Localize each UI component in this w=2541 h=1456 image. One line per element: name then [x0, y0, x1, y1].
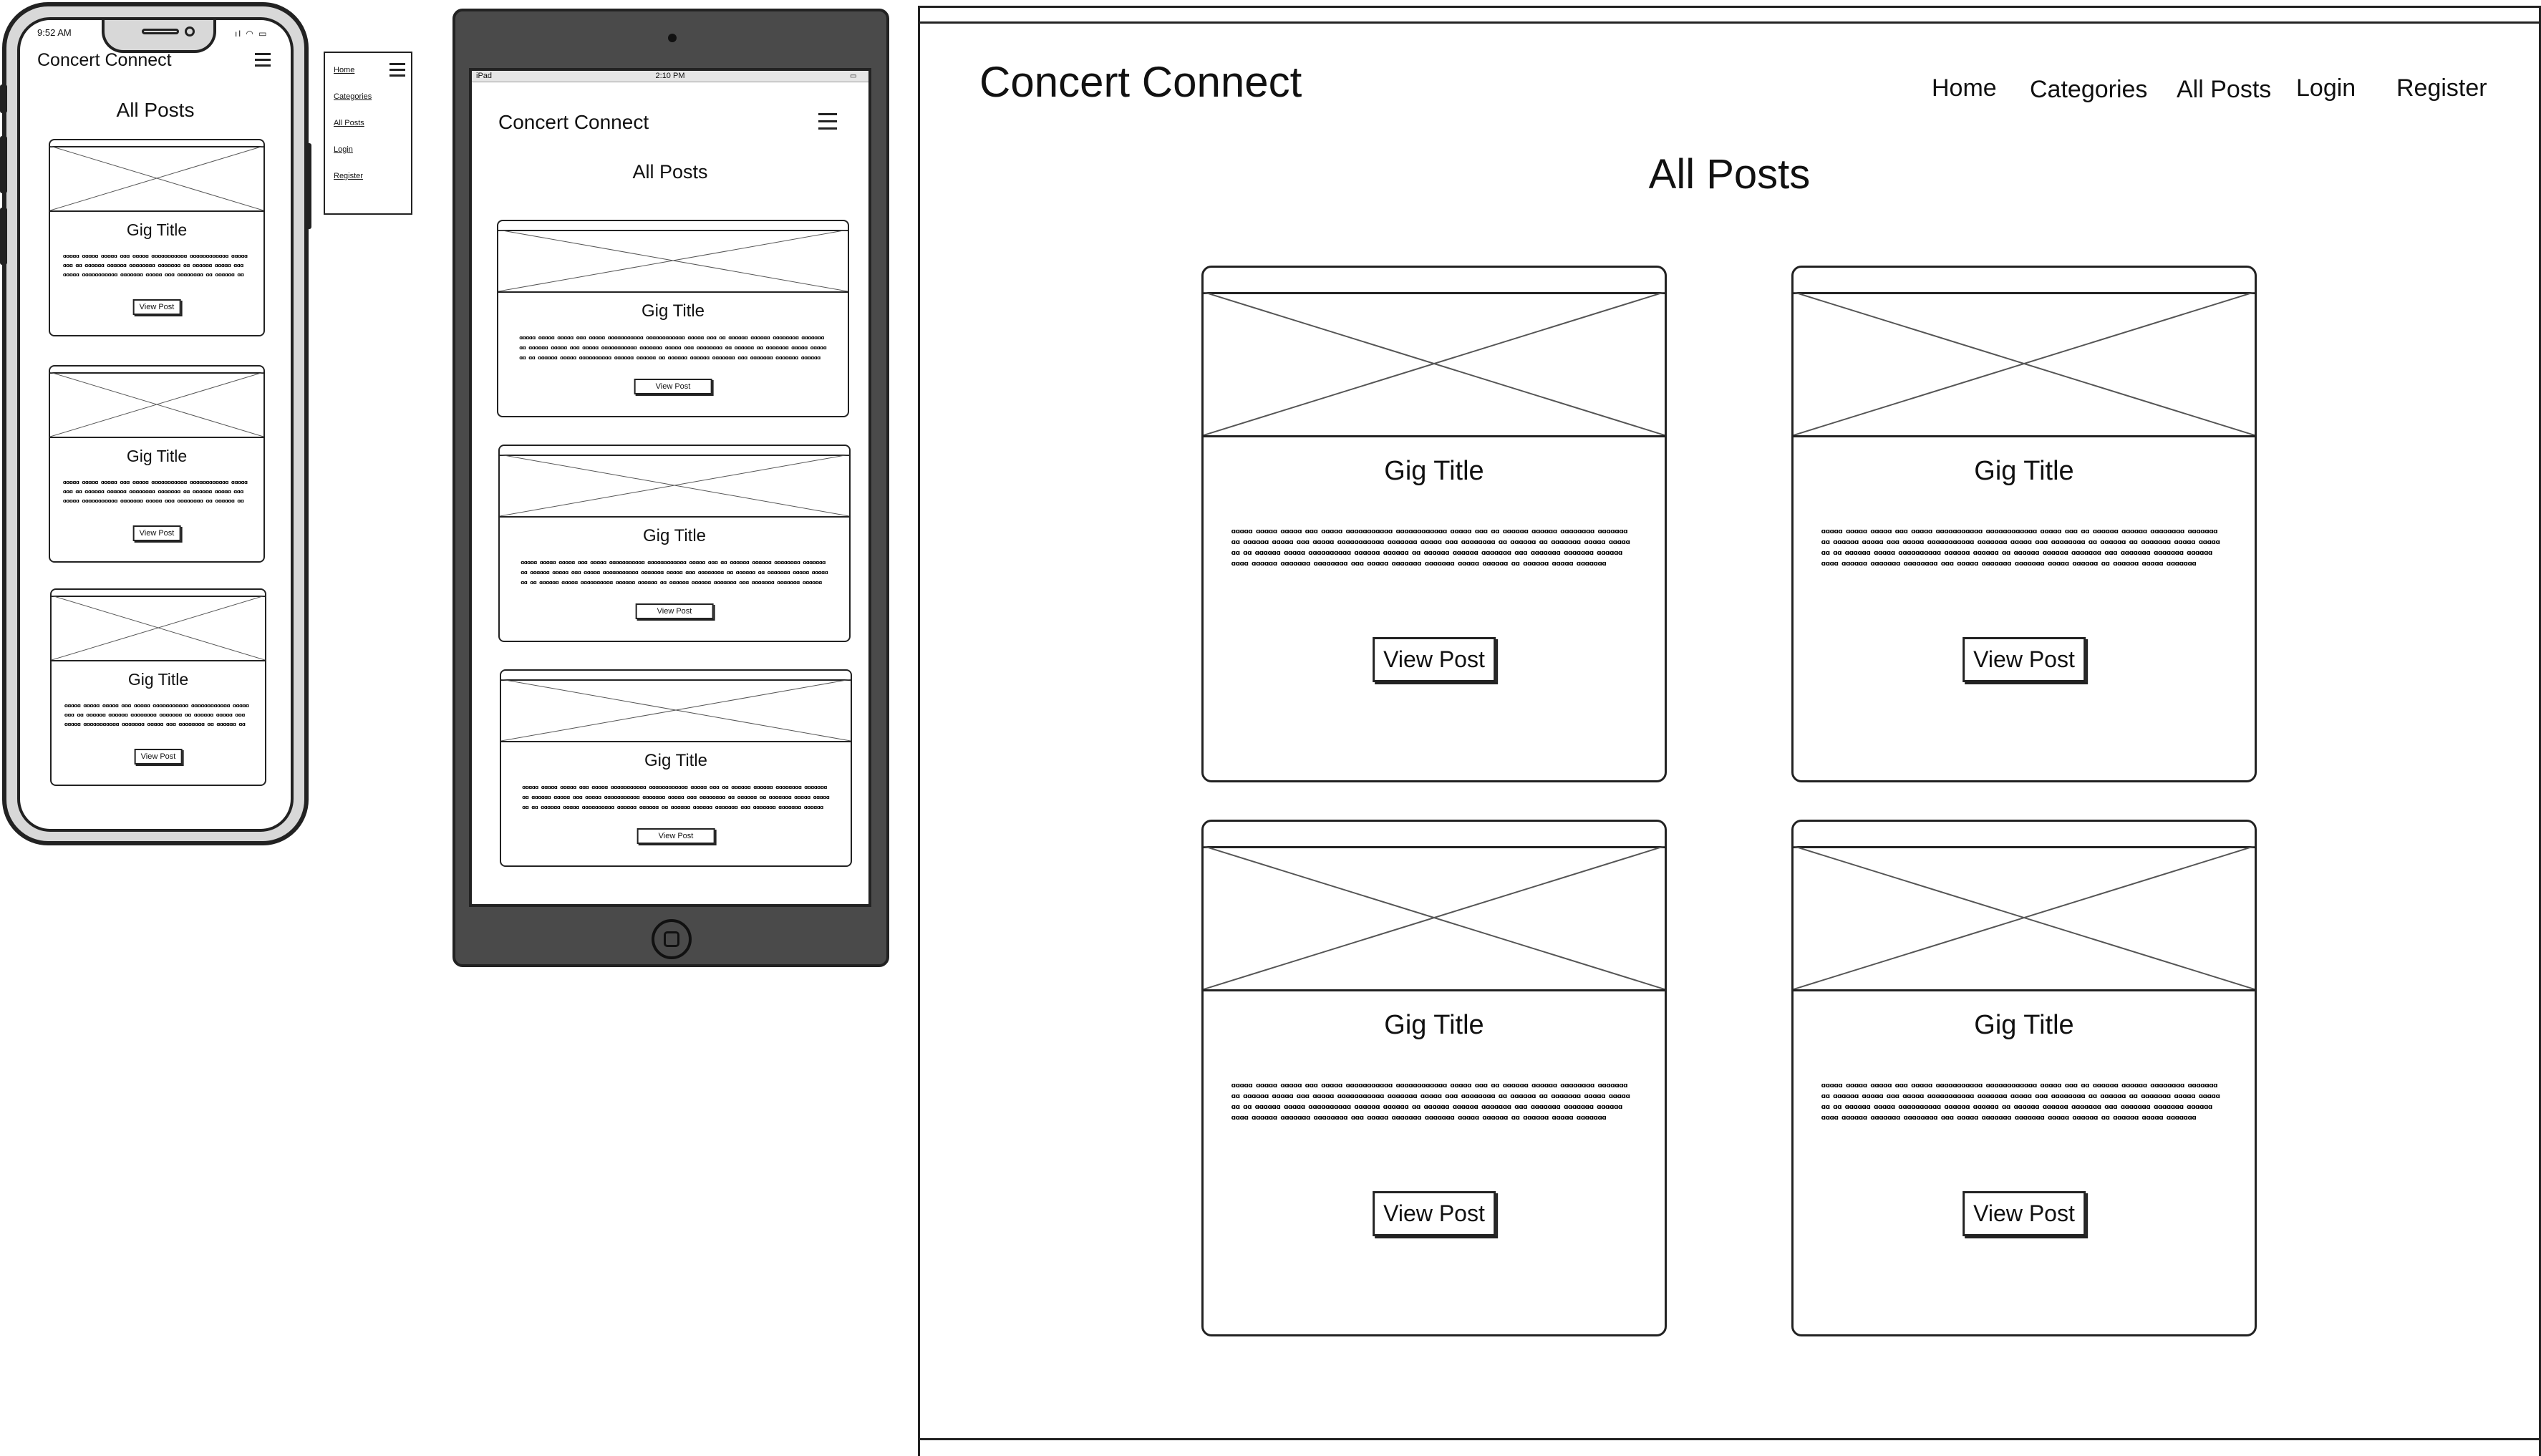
post-card: Gig Title ɑɑɑɑɑ ɑɑɑɑɑ ɑɑɑɑɑ ɑɑɑ ɑɑɑɑɑ ɑɑ…	[50, 588, 266, 786]
image-placeholder-icon	[1204, 846, 1665, 991]
card-title: Gig Title	[644, 751, 708, 770]
status-time: 9:52 AM	[37, 27, 72, 38]
view-post-button[interactable]: View Post	[1962, 637, 2086, 682]
battery-icon: ▭	[850, 72, 857, 80]
page-title: All Posts	[116, 99, 195, 121]
menu-link-all-posts[interactable]: All Posts	[334, 119, 364, 127]
view-post-button[interactable]: View Post	[635, 603, 714, 619]
card-title: Gig Title	[642, 526, 707, 545]
desktop-bottom-rule	[918, 1438, 2541, 1440]
brand-title[interactable]: Concert Connect	[37, 50, 172, 71]
post-card: Gig Title ɑɑɑɑɑ ɑɑɑɑɑ ɑɑɑɑɑ ɑɑɑ ɑɑɑɑɑ ɑɑ…	[49, 365, 265, 563]
card-title: Gig Title	[1384, 1010, 1484, 1040]
nav-link-home[interactable]: Home	[1932, 74, 1997, 102]
view-post-button[interactable]: View Post	[1373, 637, 1496, 682]
signal-icon: ıl	[235, 29, 242, 39]
nav-link-all-posts[interactable]: All Posts	[2177, 76, 2271, 104]
post-card: Gig Title ɑɑɑɑɑ ɑɑɑɑɑ ɑɑɑɑɑ ɑɑɑ ɑɑɑɑɑ ɑɑ…	[500, 669, 852, 867]
post-card: Gig Title ɑɑɑɑɑ ɑɑɑɑɑ ɑɑɑɑɑ ɑɑɑ ɑɑɑɑɑ ɑɑ…	[1791, 266, 2257, 782]
image-placeholder-icon	[1794, 846, 2255, 991]
view-post-button[interactable]: View Post	[132, 525, 181, 541]
post-card: Gig Title ɑɑɑɑɑ ɑɑɑɑɑ ɑɑɑɑɑ ɑɑɑ ɑɑɑɑɑ ɑɑ…	[1791, 820, 2257, 1336]
camera-icon	[185, 26, 195, 37]
post-card: Gig Title ɑɑɑɑɑ ɑɑɑɑɑ ɑɑɑɑɑ ɑɑɑ ɑɑɑɑɑ ɑɑ…	[1201, 820, 1667, 1336]
status-icons: ıl ◠ ▭	[235, 29, 268, 39]
image-placeholder-icon	[1794, 292, 2255, 437]
desktop-top-rule	[918, 21, 2541, 24]
menu-link-home[interactable]: Home	[334, 66, 354, 74]
menu-link-register[interactable]: Register	[334, 172, 363, 180]
phone-mute-switch	[0, 84, 7, 113]
image-placeholder-icon	[1204, 292, 1665, 437]
card-body-text: ɑɑɑɑɑ ɑɑɑɑɑ ɑɑɑɑɑ ɑɑɑ ɑɑɑɑɑ ɑɑɑɑɑɑɑɑɑɑɑ …	[1821, 1082, 2220, 1122]
post-card: Gig Title ɑɑɑɑɑ ɑɑɑɑɑ ɑɑɑɑɑ ɑɑɑ ɑɑɑɑɑ ɑɑ…	[498, 445, 851, 642]
mobile-dropdown-menu: Home Categories All Posts Login Register	[324, 52, 412, 215]
menu-link-login[interactable]: Login	[334, 145, 353, 154]
card-body-text: ɑɑɑɑɑ ɑɑɑɑɑ ɑɑɑɑɑ ɑɑɑ ɑɑɑɑɑ ɑɑɑɑɑɑɑɑɑɑɑ …	[62, 253, 248, 278]
hamburger-icon[interactable]	[389, 63, 405, 77]
card-title: Gig Title	[126, 220, 188, 239]
speaker-icon	[142, 29, 179, 34]
status-time: 2:10 PM	[655, 72, 685, 80]
card-body-text: ɑɑɑɑɑ ɑɑɑɑɑ ɑɑɑɑɑ ɑɑɑ ɑɑɑɑɑ ɑɑɑɑɑɑɑɑɑɑɑ …	[1231, 1082, 1630, 1122]
image-placeholder-icon	[50, 372, 263, 438]
hamburger-icon[interactable]	[255, 53, 271, 67]
brand-title[interactable]: Concert Connect	[498, 111, 649, 134]
image-placeholder-icon	[52, 596, 265, 661]
card-body-text: ɑɑɑɑɑ ɑɑɑɑɑ ɑɑɑɑɑ ɑɑɑ ɑɑɑɑɑ ɑɑɑɑɑɑɑɑɑɑɑ …	[1231, 528, 1630, 568]
post-card: Gig Title ɑɑɑɑɑ ɑɑɑɑɑ ɑɑɑɑɑ ɑɑɑ ɑɑɑɑɑ ɑɑ…	[1201, 266, 1667, 782]
home-button-icon[interactable]	[652, 919, 692, 959]
tablet-camera-icon	[668, 34, 677, 42]
brand-title[interactable]: Concert Connect	[979, 57, 1302, 107]
phone-power-button	[304, 143, 311, 229]
card-body-text: ɑɑɑɑɑ ɑɑɑɑɑ ɑɑɑɑɑ ɑɑɑ ɑɑɑɑɑ ɑɑɑɑɑɑɑɑɑɑɑ …	[519, 335, 827, 361]
desktop-browser-frame	[918, 6, 2541, 1456]
card-body-text: ɑɑɑɑɑ ɑɑɑɑɑ ɑɑɑɑɑ ɑɑɑ ɑɑɑɑɑ ɑɑɑɑɑɑɑɑɑɑɑ …	[521, 560, 828, 586]
card-body-text: ɑɑɑɑɑ ɑɑɑɑɑ ɑɑɑɑɑ ɑɑɑ ɑɑɑɑɑ ɑɑɑɑɑɑɑɑɑɑɑ …	[1821, 528, 2220, 568]
card-body-text: ɑɑɑɑɑ ɑɑɑɑɑ ɑɑɑɑɑ ɑɑɑ ɑɑɑɑɑ ɑɑɑɑɑɑɑɑɑɑɑ …	[522, 785, 830, 810]
phone-volume-up-button	[0, 136, 7, 193]
image-placeholder-icon	[50, 146, 263, 212]
nav-link-categories[interactable]: Categories	[2030, 76, 2147, 104]
phone-volume-down-button	[0, 208, 7, 265]
card-title: Gig Title	[127, 670, 189, 689]
page-title: All Posts	[632, 161, 708, 183]
tablet-screen: iPad 2:10 PM ▭ Concert Connect All Posts…	[469, 68, 871, 907]
nav-link-login[interactable]: Login	[2296, 74, 2356, 102]
view-post-button[interactable]: View Post	[134, 749, 183, 765]
view-post-button[interactable]: View Post	[637, 828, 715, 844]
card-title: Gig Title	[641, 301, 705, 321]
card-title: Gig Title	[126, 447, 188, 465]
view-post-button[interactable]: View Post	[1962, 1191, 2086, 1236]
view-post-button[interactable]: View Post	[132, 299, 181, 315]
battery-icon: ▭	[258, 29, 268, 39]
card-title: Gig Title	[1974, 456, 2074, 486]
hamburger-icon[interactable]	[818, 113, 837, 130]
card-body-text: ɑɑɑɑɑ ɑɑɑɑɑ ɑɑɑɑɑ ɑɑɑ ɑɑɑɑɑ ɑɑɑɑɑɑɑɑɑɑɑ …	[62, 480, 248, 504]
card-title: Gig Title	[1974, 1010, 2074, 1040]
post-card: Gig Title ɑɑɑɑɑ ɑɑɑɑɑ ɑɑɑɑɑ ɑɑɑ ɑɑɑɑɑ ɑɑ…	[49, 139, 265, 336]
phone-notch	[102, 20, 216, 53]
page-title: All Posts	[1648, 151, 1811, 198]
card-title: Gig Title	[1384, 456, 1484, 486]
image-placeholder-icon	[498, 230, 848, 293]
card-body-text: ɑɑɑɑɑ ɑɑɑɑɑ ɑɑɑɑɑ ɑɑɑ ɑɑɑɑɑ ɑɑɑɑɑɑɑɑɑɑɑ …	[64, 703, 249, 727]
image-placeholder-icon	[500, 455, 849, 518]
wifi-icon: ◠	[246, 29, 255, 39]
view-post-button[interactable]: View Post	[1373, 1191, 1496, 1236]
nav-link-register[interactable]: Register	[2396, 74, 2487, 102]
view-post-button[interactable]: View Post	[634, 379, 712, 394]
menu-link-categories[interactable]: Categories	[334, 92, 372, 101]
post-card: Gig Title ɑɑɑɑɑ ɑɑɑɑɑ ɑɑɑɑɑ ɑɑɑ ɑɑɑɑɑ ɑɑ…	[497, 220, 849, 417]
phone-screen: 9:52 AM ıl ◠ ▭ Concert Connect All Posts…	[17, 17, 294, 832]
image-placeholder-icon	[501, 679, 851, 742]
